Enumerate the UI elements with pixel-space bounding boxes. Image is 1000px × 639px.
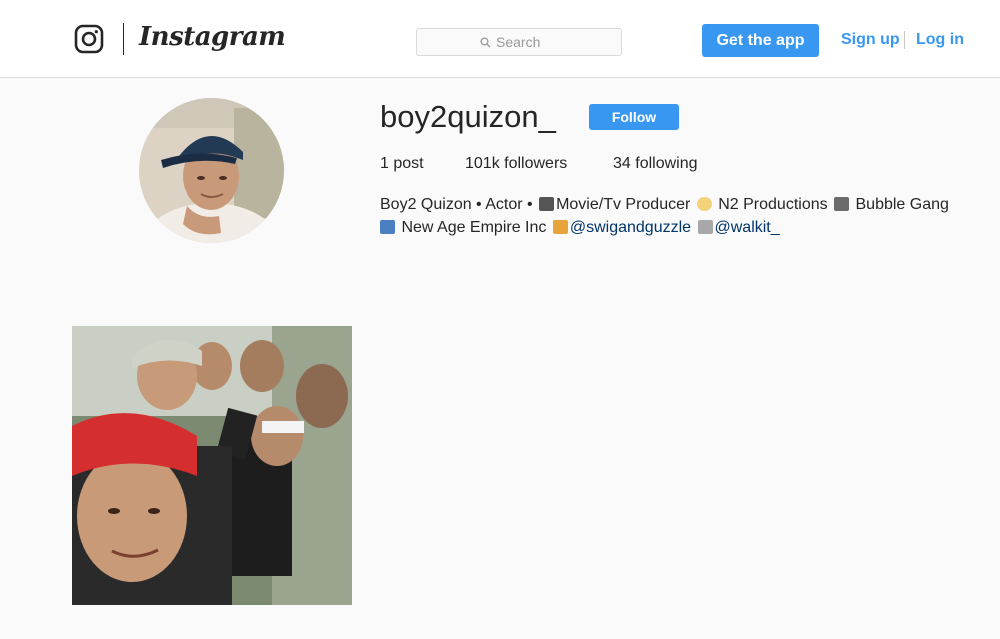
follow-button[interactable]: Follow — [589, 104, 679, 130]
instagram-camera-icon[interactable] — [74, 24, 104, 54]
avatar-photo — [139, 98, 284, 243]
bio-line-2: New Age Empire Inc @swigandguzzle @walki… — [380, 216, 980, 239]
beer-mugs-emoji — [552, 220, 568, 234]
logo-divider — [123, 23, 124, 55]
search-icon — [480, 36, 491, 47]
profile-username: boy2quizon_ — [380, 99, 556, 134]
bio-line-1: Boy2 Quizon • Actor • Movie/Tv Producer … — [380, 193, 980, 216]
mention-link[interactable]: @walkit_ — [715, 219, 780, 236]
bio-text: N2 Productions — [713, 196, 833, 213]
search-box[interactable] — [416, 28, 622, 56]
group-selfie-photo — [72, 326, 352, 605]
dizzy-emoji — [696, 197, 712, 211]
top-navigation-bar: Instagram Get the app Sign up Log in — [0, 0, 1000, 78]
log-in-link[interactable]: Log in — [916, 31, 964, 49]
clapper-board-emoji — [834, 197, 850, 211]
profile-bio: Boy2 Quizon • Actor • Movie/Tv Producer … — [380, 193, 980, 239]
get-the-app-button[interactable]: Get the app — [702, 24, 819, 57]
instagram-wordmark[interactable]: Instagram — [139, 22, 286, 52]
post-thumbnail[interactable] — [72, 326, 352, 605]
bio-text: Boy2 Quizon • Actor • — [380, 196, 538, 213]
computer-emoji — [380, 220, 395, 234]
following-count[interactable]: 34 following — [613, 155, 698, 173]
mention-link[interactable]: @swigandguzzle — [570, 219, 691, 236]
sandal-emoji — [697, 220, 713, 234]
auth-link-separator — [904, 31, 905, 49]
posts-count: 1 post — [380, 155, 424, 172]
bio-text: Movie/Tv Producer — [556, 196, 695, 213]
followers-count[interactable]: 101k followers — [465, 155, 567, 173]
bio-text: Bubble Gang — [851, 196, 949, 213]
bio-text: New Age Empire Inc — [397, 219, 551, 236]
search-input[interactable] — [496, 34, 558, 50]
movie-camera-emoji — [539, 197, 555, 211]
sign-up-link[interactable]: Sign up — [841, 31, 900, 49]
profile-avatar — [139, 98, 284, 243]
